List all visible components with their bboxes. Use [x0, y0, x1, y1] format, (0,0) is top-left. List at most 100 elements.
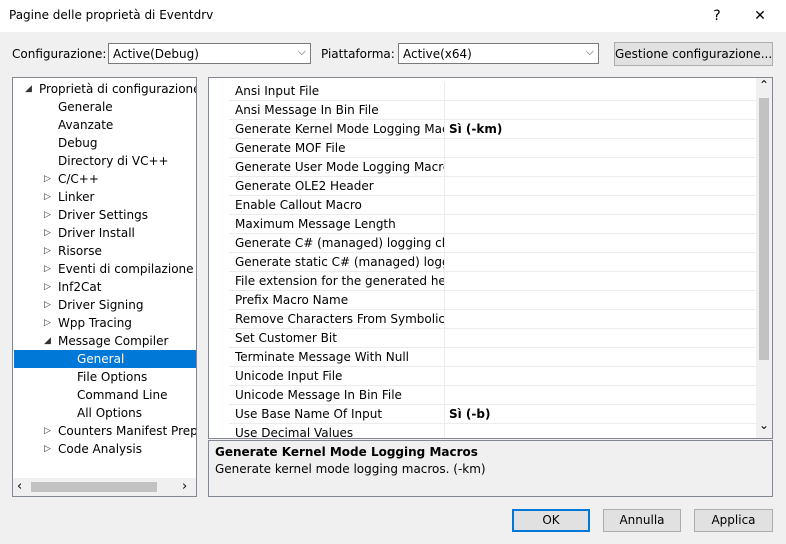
grid-vertical-scrollbar[interactable]: ⌃ ⌄: [756, 78, 772, 438]
tree-item[interactable]: ▷ Linker: [14, 188, 196, 206]
scroll-down-icon[interactable]: ⌄: [759, 418, 769, 432]
collapsed-arrow-icon[interactable]: ▷: [44, 170, 54, 188]
help-button[interactable]: ?: [697, 0, 737, 32]
property-name: Use Base Name Of Input: [235, 407, 383, 421]
configuration-manager-button[interactable]: Gestione configurazione...: [614, 42, 773, 66]
close-button[interactable]: ✕: [740, 0, 780, 32]
property-row[interactable]: Remove Characters From Symbolic Name: [229, 310, 756, 329]
property-row[interactable]: Generate OLE2 Header: [229, 177, 756, 196]
tree-item-label: Eventi di compilazione: [58, 262, 194, 276]
config-value: Active(Debug): [113, 47, 199, 61]
collapsed-arrow-icon[interactable]: ▷: [44, 296, 54, 314]
property-row[interactable]: Generate C# (managed) logging class: [229, 234, 756, 253]
scroll-left-icon[interactable]: ‹: [17, 479, 22, 494]
tree-item-label: Proprietà di configurazione: [39, 82, 197, 96]
tree-item[interactable]: File Options: [14, 368, 196, 386]
tree-item[interactable]: ▷ Code Analysis: [14, 440, 196, 458]
tree-item[interactable]: ▷ Counters Manifest Preprocessor: [14, 422, 196, 440]
property-row[interactable]: Ansi Message In Bin File: [229, 101, 756, 120]
property-value[interactable]: Sì (-b): [449, 407, 490, 421]
scroll-right-icon[interactable]: ›: [182, 479, 187, 494]
column-separator: [444, 139, 445, 158]
title-bar: Pagine delle proprietà di Eventdrv ? ✕: [0, 0, 786, 32]
collapsed-arrow-icon[interactable]: ▷: [44, 224, 54, 242]
tree-item[interactable]: ▷ Eventi di compilazione: [14, 260, 196, 278]
column-separator: [444, 386, 445, 405]
tree-item[interactable]: ▷ Wpp Tracing: [14, 314, 196, 332]
property-row[interactable]: Enable Callout Macro: [229, 196, 756, 215]
ok-button[interactable]: OK: [512, 509, 590, 532]
property-row[interactable]: File extension for the generated header: [229, 272, 756, 291]
tree-item[interactable]: ▷ Inf2Cat: [14, 278, 196, 296]
property-row[interactable]: Ansi Input File: [229, 82, 756, 101]
expanded-arrow-icon[interactable]: ◢: [25, 80, 35, 98]
config-dropdown[interactable]: Active(Debug) ⌵: [108, 43, 311, 64]
tree-item[interactable]: ◢ Message Compiler: [14, 332, 196, 350]
tree-item[interactable]: Generale: [14, 98, 196, 116]
property-row[interactable]: Generate Kernel Mode Logging Macros Sì (-…: [229, 120, 756, 139]
tree-item-label: Debug: [58, 136, 98, 150]
column-separator: [444, 348, 445, 367]
tree-item[interactable]: Debug: [14, 134, 196, 152]
property-row[interactable]: Use Base Name Of Input Sì (-b): [229, 405, 756, 424]
expanded-arrow-icon[interactable]: ◢: [44, 332, 54, 350]
tree-scroll-thumb[interactable]: [31, 482, 157, 492]
apply-button[interactable]: Applica: [694, 509, 773, 532]
tree-item-label: Code Analysis: [58, 442, 142, 456]
property-row[interactable]: Unicode Input File: [229, 367, 756, 386]
collapsed-arrow-icon[interactable]: ▷: [44, 188, 54, 206]
column-separator: [444, 367, 445, 386]
chevron-down-icon: ⌵: [585, 45, 594, 58]
tree-item[interactable]: ▷ Driver Settings: [14, 206, 196, 224]
property-name: Prefix Macro Name: [235, 293, 349, 307]
tree-item[interactable]: All Options: [14, 404, 196, 422]
cancel-button[interactable]: Annulla: [603, 509, 681, 532]
tree-item[interactable]: Command Line: [14, 386, 196, 404]
column-separator: [444, 405, 445, 424]
property-name: Maximum Message Length: [235, 217, 396, 231]
column-separator: [444, 82, 445, 101]
column-separator: [444, 215, 445, 234]
tree-item[interactable]: Directory di VC++: [14, 152, 196, 170]
property-row[interactable]: Unicode Message In Bin File: [229, 386, 756, 405]
collapsed-arrow-icon[interactable]: ▷: [44, 260, 54, 278]
tree-item[interactable]: Avanzate: [14, 116, 196, 134]
property-row[interactable]: Set Customer Bit: [229, 329, 756, 348]
property-value[interactable]: Sì (-km): [449, 122, 502, 136]
platform-value: Active(x64): [403, 47, 472, 61]
property-row[interactable]: Use Decimal Values: [229, 424, 756, 438]
property-name: Generate OLE2 Header: [235, 179, 374, 193]
tree-root[interactable]: ◢ Proprietà di configurazione: [14, 80, 196, 98]
property-name: Ansi Input File: [235, 84, 320, 98]
property-row[interactable]: Generate User Mode Logging Macros: [229, 158, 756, 177]
property-row[interactable]: Maximum Message Length: [229, 215, 756, 234]
tree-item[interactable]: ▷ C/C++: [14, 170, 196, 188]
tree-item-label: Directory di VC++: [58, 154, 169, 168]
collapsed-arrow-icon[interactable]: ▷: [44, 422, 54, 440]
scroll-up-icon[interactable]: ⌃: [759, 78, 769, 92]
property-row[interactable]: Generate static C# (managed) logging cla…: [229, 253, 756, 272]
collapsed-arrow-icon[interactable]: ▷: [44, 440, 54, 458]
tree-item[interactable]: General: [14, 350, 196, 368]
collapsed-arrow-icon[interactable]: ▷: [44, 206, 54, 224]
column-separator: [444, 291, 445, 310]
tree-item[interactable]: ▷ Driver Install: [14, 224, 196, 242]
column-separator: [444, 424, 445, 438]
collapsed-arrow-icon[interactable]: ▷: [44, 242, 54, 260]
tree-item[interactable]: ▷ Driver Signing: [14, 296, 196, 314]
property-row[interactable]: Generate MOF File: [229, 139, 756, 158]
column-separator: [444, 101, 445, 120]
collapsed-arrow-icon[interactable]: ▷: [44, 314, 54, 332]
tree-item[interactable]: ▷ Risorse: [14, 242, 196, 260]
property-name: Generate User Mode Logging Macros: [235, 160, 444, 174]
platform-dropdown[interactable]: Active(x64) ⌵: [398, 43, 599, 64]
tree-item-label: Driver Install: [58, 226, 135, 240]
column-separator: [444, 253, 445, 272]
property-row[interactable]: Prefix Macro Name: [229, 291, 756, 310]
collapsed-arrow-icon[interactable]: ▷: [44, 278, 54, 296]
tree-horizontal-scrollbar[interactable]: ‹ ›: [13, 478, 196, 496]
property-row[interactable]: Terminate Message With Null: [229, 348, 756, 367]
column-separator: [444, 234, 445, 253]
tree-item-label: C/C++: [58, 172, 99, 186]
grid-scroll-thumb[interactable]: [759, 98, 769, 360]
